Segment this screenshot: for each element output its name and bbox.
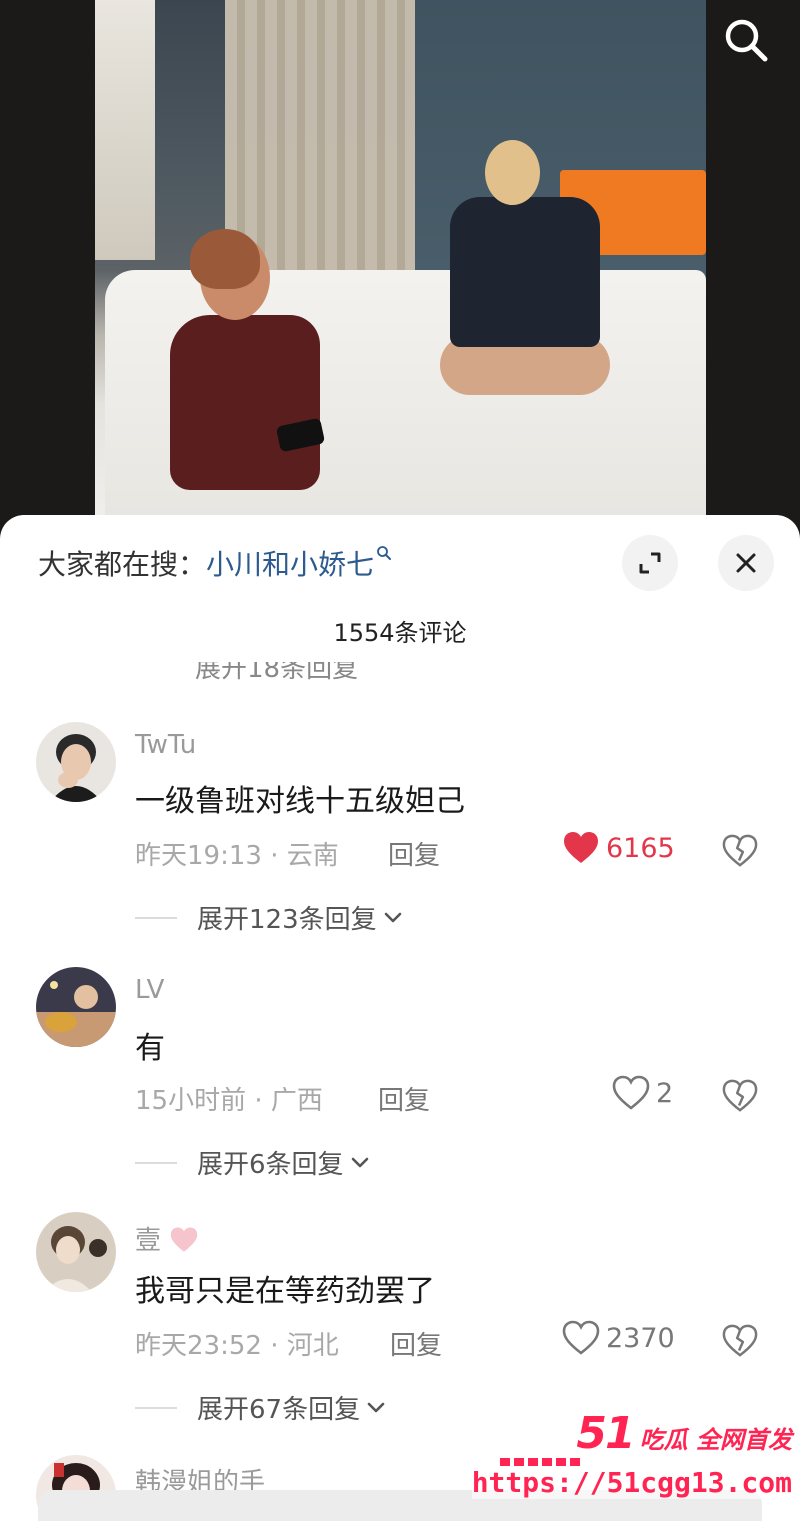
comment-text: 我哥只是在等药劲罢了 xyxy=(135,1274,435,1309)
close-icon xyxy=(736,553,756,573)
comment-time: 昨天23:52 xyxy=(135,1331,262,1361)
comment-time: 昨天19:13 xyxy=(135,841,262,871)
divider xyxy=(135,1161,177,1164)
like-count: 2 xyxy=(656,1077,674,1109)
meta-separator: · xyxy=(261,841,287,871)
reply-button[interactable]: 回复 xyxy=(390,1325,442,1362)
watermark-stripes xyxy=(500,1458,580,1466)
video-player[interactable] xyxy=(0,0,800,540)
hot-search[interactable]: 大家都在搜：小川和小娇七 xyxy=(38,543,392,583)
watermark: 51 吃瓜 全网首发 https://51cgg13.com xyxy=(471,1408,800,1518)
reply-button[interactable]: 回复 xyxy=(378,1080,430,1117)
comment-count: 1554条评论 xyxy=(333,619,467,647)
search-button[interactable] xyxy=(716,10,776,70)
video-frame xyxy=(95,0,706,540)
comment-location: 广西 xyxy=(270,1086,323,1116)
expand-replies-label: 展开123条回复 xyxy=(197,905,377,935)
chevron-down-icon xyxy=(384,912,401,922)
search-icon xyxy=(725,19,768,62)
video-curtain xyxy=(225,0,415,270)
expand-replies-label: 展开67条回复 xyxy=(197,1395,361,1425)
comment-meta: 昨天23:52 · 河北 xyxy=(135,1325,339,1362)
divider xyxy=(135,916,177,919)
comment-location: 云南 xyxy=(286,841,339,871)
video-person-sitting xyxy=(440,135,610,405)
divider xyxy=(135,1406,177,1409)
hot-search-term[interactable]: 小川和小娇七 xyxy=(206,548,374,581)
expand-icon xyxy=(639,552,661,574)
meta-separator: · xyxy=(261,1331,287,1361)
watermark-logo: 51 吃瓜 全网首发 xyxy=(576,1408,792,1459)
avatar[interactable] xyxy=(36,967,116,1047)
comment-text: 有 xyxy=(135,1031,165,1066)
meta-separator: · xyxy=(246,1086,271,1116)
comment-username[interactable]: TwTu xyxy=(135,730,196,760)
comment-username[interactable]: 壹 xyxy=(135,1220,199,1257)
comment-text: 一级鲁班对线十五级妲己 xyxy=(135,784,465,819)
like-button[interactable]: 2 xyxy=(612,1075,673,1111)
like-button[interactable]: 6165 xyxy=(562,830,675,866)
reply-button[interactable]: 回复 xyxy=(388,835,440,872)
watermark-url: https://51cgg13.com xyxy=(471,1466,792,1499)
expand-replies[interactable]: 展开6条回复 xyxy=(135,1144,370,1181)
chevron-down-icon xyxy=(367,1402,385,1412)
comment-meta: 15小时前 · 广西 xyxy=(135,1080,323,1117)
comment-username[interactable]: LV xyxy=(135,975,164,1005)
video-person-lying xyxy=(150,229,325,495)
watermark-number: 51 xyxy=(576,1408,635,1459)
expand-replies-cutoff[interactable]: 展开18条回复 xyxy=(195,662,415,684)
comment-username-text: 壹 xyxy=(135,1226,162,1256)
close-button[interactable] xyxy=(718,535,774,591)
expand-replies-cutoff-label: 展开18条回复 xyxy=(195,662,359,684)
broken-heart-icon[interactable] xyxy=(722,833,758,869)
broken-heart-icon[interactable] xyxy=(722,1078,758,1114)
expand-button[interactable] xyxy=(622,535,678,591)
broken-heart-icon[interactable] xyxy=(722,1323,758,1359)
heart-outline-icon xyxy=(612,1075,650,1110)
like-count: 6165 xyxy=(606,832,675,864)
small-search-icon xyxy=(377,546,392,560)
watermark-tagline: 吃瓜 全网首发 xyxy=(639,1426,792,1454)
expand-replies-label: 展开6条回复 xyxy=(197,1150,344,1180)
comment-meta: 昨天19:13 · 云南 xyxy=(135,835,339,872)
hot-search-prefix: 大家都在搜： xyxy=(38,548,207,581)
avatar[interactable] xyxy=(36,1212,116,1292)
chevron-down-icon xyxy=(351,1157,368,1167)
video-window xyxy=(95,0,155,260)
like-count: 2370 xyxy=(606,1322,675,1354)
comment-location: 河北 xyxy=(286,1331,339,1361)
heart-icon xyxy=(171,1227,198,1252)
expand-replies[interactable]: 展开123条回复 xyxy=(135,899,403,936)
comment-time: 15小时前 xyxy=(135,1086,247,1116)
heart-filled-icon xyxy=(564,832,598,863)
avatar[interactable] xyxy=(36,722,116,802)
comment-panel: 大家都在搜：小川和小娇七 1554条评论 展开18条回复 TwTu 一级鲁班对线… xyxy=(0,515,800,1521)
like-button[interactable]: 2370 xyxy=(562,1320,675,1356)
expand-replies[interactable]: 展开67条回复 xyxy=(135,1389,386,1426)
heart-outline-icon xyxy=(562,1320,600,1355)
